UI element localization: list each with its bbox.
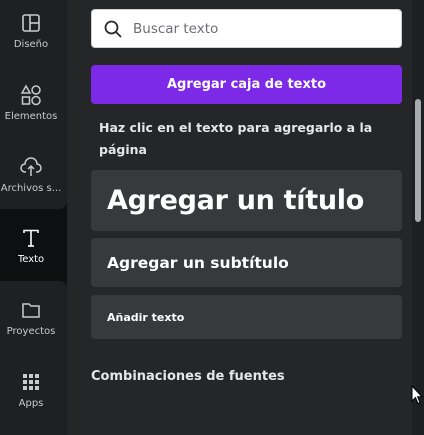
search-icon [104, 20, 122, 38]
search-input[interactable] [133, 13, 383, 44]
sidebar-item-label: Texto [17, 254, 45, 265]
sidebar-item-label: Diseño [13, 39, 49, 50]
sidebar-item-diseno[interactable]: Diseño [0, 12, 62, 50]
apps-grid-icon [23, 374, 39, 390]
mouse-cursor-icon [411, 385, 423, 405]
sidebar-item-label: Apps [18, 398, 44, 409]
add-body-text-option[interactable]: Añadir texto [91, 295, 402, 339]
sidebar-item-elementos[interactable]: Elementos [0, 84, 62, 122]
sidebar-item-proyectos[interactable]: Proyectos [0, 299, 62, 337]
sidebar-item-texto[interactable]: Texto [0, 227, 62, 265]
text-panel: Agregar caja de texto Haz clic en el tex… [67, 0, 412, 435]
search-box [91, 9, 402, 48]
cloud-upload-icon [20, 157, 42, 176]
scrollbar-thumb[interactable] [415, 99, 421, 222]
sidebar-item-archivos[interactable]: Archivos s... [0, 156, 62, 194]
click-hint-text: Haz clic en el texto para agregarlo a la… [99, 120, 373, 157]
add-textbox-button[interactable]: Agregar caja de texto [91, 65, 402, 104]
folder-icon [22, 303, 40, 318]
sidebar-item-label: Elementos [4, 111, 58, 122]
sidebar-item-apps[interactable]: Apps [0, 371, 62, 409]
sidebar: Diseño Elementos Archivos s... Texto Pro… [0, 0, 67, 435]
layout-icon [22, 14, 40, 32]
font-combinations-heading: Combinaciones de fuentes [91, 369, 285, 384]
sidebar-item-label: Archivos s... [0, 183, 62, 194]
shapes-icon [20, 84, 41, 106]
add-subtitle-option[interactable]: Agregar un subtítulo [91, 238, 402, 287]
add-title-option[interactable]: Agregar un título [91, 170, 402, 231]
text-t-icon [23, 229, 39, 247]
sidebar-item-label: Proyectos [6, 326, 56, 337]
app-window: Diseño Elementos Archivos s... Texto Pro… [0, 0, 424, 435]
